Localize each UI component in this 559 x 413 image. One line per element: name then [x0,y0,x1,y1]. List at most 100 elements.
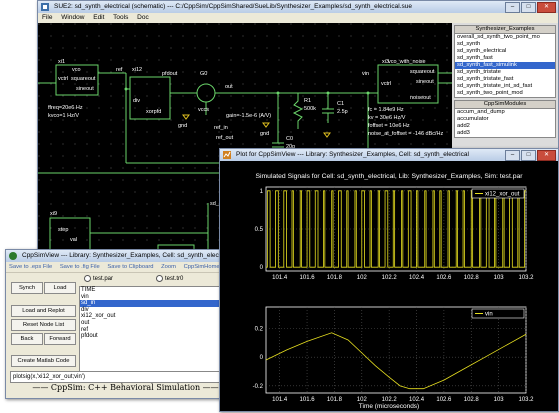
lbl-r1: R1 [304,98,312,104]
lbl-pfdout: pfdout [162,71,178,77]
lbl-ref: ref [116,67,123,73]
sue-title-bar[interactable]: SUE2: sd_synth_electrical (schematic) --… [38,1,558,13]
lbl-g0: G0 [200,71,208,77]
plot-window-controls: – □ ✕ [505,150,556,161]
menu-cppsimhome[interactable]: CppSimHome: [184,264,222,270]
node-item-selected[interactable]: sd_in [80,300,240,307]
x-tick-label: 102.2 [382,275,398,281]
menu-save-eps[interactable]: Save to .eps File [9,264,52,270]
lbl-vctrl-2: vctrl [381,81,392,87]
plot-area[interactable]: Simulated Signals for Cell: sd_synth_ele… [220,161,558,411]
synch-button[interactable]: Synch [11,282,43,294]
sue-title: SUE2: sd_synth_electrical (schematic) --… [54,3,413,10]
series-line-vin [265,332,527,390]
forward-button[interactable]: Forward [44,333,76,345]
radio-test-tr0[interactable]: test.tr0 [156,275,183,282]
lbl-xi12: xi12 [132,67,143,73]
library-item[interactable]: sd_synth_tristate [455,69,555,76]
cppsim-app-icon [9,252,17,260]
legend-label: xi12_xor_out [485,192,520,198]
x-tick-label: 101.4 [272,275,288,281]
module-item[interactable]: accum_and_dump [455,109,555,116]
node-item[interactable]: pfdout [80,333,240,340]
create-matlab-code-button[interactable]: Create Matlab Code [11,355,76,367]
library-item[interactable]: sd_synth_electrical [455,48,555,55]
reset-node-list-button[interactable]: Reset Node List [11,319,76,331]
lbl-ref-out: ref_out [216,135,234,141]
menu-window[interactable]: Window [61,14,84,21]
maximize-button[interactable]: □ [521,150,536,161]
back-button[interactable]: Back [11,333,43,345]
library-item-selected[interactable]: sd_synth_fast_simulink [455,62,555,69]
lbl-xi1: xi1 [58,59,66,65]
plot-title-bar[interactable]: Plot for CppSimView --- Library: Synthes… [220,149,558,161]
node-item[interactable]: vin [80,294,240,301]
radio-test-par[interactable]: test.par [84,275,113,282]
library-item[interactable]: sd_synth_tristate_fast [455,76,555,83]
lbl-xorpfd: xorpfd [146,109,162,115]
library-item[interactable]: sd_synth_tristate_int_sd_fast [455,83,555,90]
lbl-noiseout: noiseout [410,95,431,101]
module-item[interactable]: add2 [455,123,555,130]
node-item[interactable]: xi12_xor_out [80,313,240,320]
lbl-ref-in: ref_in [214,125,228,131]
library-item[interactable]: overall_sd_synth_two_point_mo [455,34,555,41]
x-tick-label: 102.8 [464,397,480,403]
menu-file[interactable]: File [42,14,52,21]
x-tick-label: 101.6 [300,275,316,281]
lbl-squareout-2: squareout [410,69,435,75]
menu-edit[interactable]: Edit [93,14,104,21]
library-item[interactable]: sd_synth [455,41,555,48]
lbl-vccs: vccs [198,107,209,113]
load-button[interactable]: Load [44,282,76,294]
lbl-freq: ffreq=20e6 Hz [48,105,83,111]
close-button[interactable]: ✕ [537,150,556,161]
radio-circle-icon [84,275,91,282]
x-tick-label: 102.8 [464,275,480,281]
cppsimview-menu-bar: Save to .eps File Save to .fig File Save… [6,262,246,273]
library-item[interactable]: sd_synth_two_point_mod [455,90,555,97]
menu-zoom[interactable]: Zoom [161,264,176,270]
x-tick-label: 103 [494,275,505,281]
radio-circle-icon [156,275,163,282]
lbl-vctrl: vctrl [58,76,69,82]
menu-save-fig[interactable]: Save to .fig File [60,264,100,270]
node-item[interactable]: ref [80,327,240,334]
lbl-gnd-2: gnd [260,131,270,137]
maximize-button[interactable]: □ [521,2,536,13]
plot-canvas: Simulated Signals for Cell: sd_synth_ele… [253,173,535,410]
menu-doc[interactable]: Doc [137,14,149,21]
command-input[interactable]: plotsig(x,'xi12_xor_out;vin') [10,371,243,383]
lbl-out: out [225,84,233,90]
library-list: Synthesizer_Examples overall_sd_synth_tw… [454,25,556,98]
plot-window: Plot for CppSimView --- Library: Synthes… [219,148,559,412]
radio-test-tr0-label: test.tr0 [165,276,184,283]
node-item[interactable]: out [80,320,240,327]
lbl-kvco: kvco=1 Hz/V [48,113,80,119]
cppsimview-window: CppSimView --- Library: Synthesizer_Exam… [5,249,247,399]
sue-window-controls: – □ ✕ [505,2,556,13]
lbl-gnd-1: gnd [178,123,188,129]
plot-app-icon [223,151,231,159]
cppsimview-title-bar[interactable]: CppSimView --- Library: Synthesizer_Exam… [6,250,246,262]
x-tick-label: 102.4 [409,275,425,281]
minimize-button[interactable]: – [505,150,520,161]
modules-list: CppSimModules accum_and_dump accumulator… [454,100,556,138]
node-list[interactable]: TIME vin sd_in div xi12_xor_out out ref … [79,286,241,372]
x-tick-label: 103.2 [518,397,534,403]
close-button[interactable]: ✕ [537,2,556,13]
library-item[interactable]: sd_synth_fast [455,55,555,62]
menu-save-clipboard[interactable]: Save to Clipboard [107,264,153,270]
x-tick-label: 103 [494,397,505,403]
lbl-val: val [70,237,78,243]
x-tick-label: 102 [357,275,368,281]
y-tick-label: -0.2 [253,384,264,390]
node-item[interactable]: div [80,307,240,314]
module-item[interactable]: accumulator [455,116,555,123]
load-and-replot-button[interactable]: Load and Replot [11,305,76,317]
sue-app-icon [41,3,49,11]
module-item[interactable]: add3 [455,130,555,137]
node-item[interactable]: TIME [80,287,240,294]
menu-tools[interactable]: Tools [113,14,128,21]
minimize-button[interactable]: – [505,2,520,13]
